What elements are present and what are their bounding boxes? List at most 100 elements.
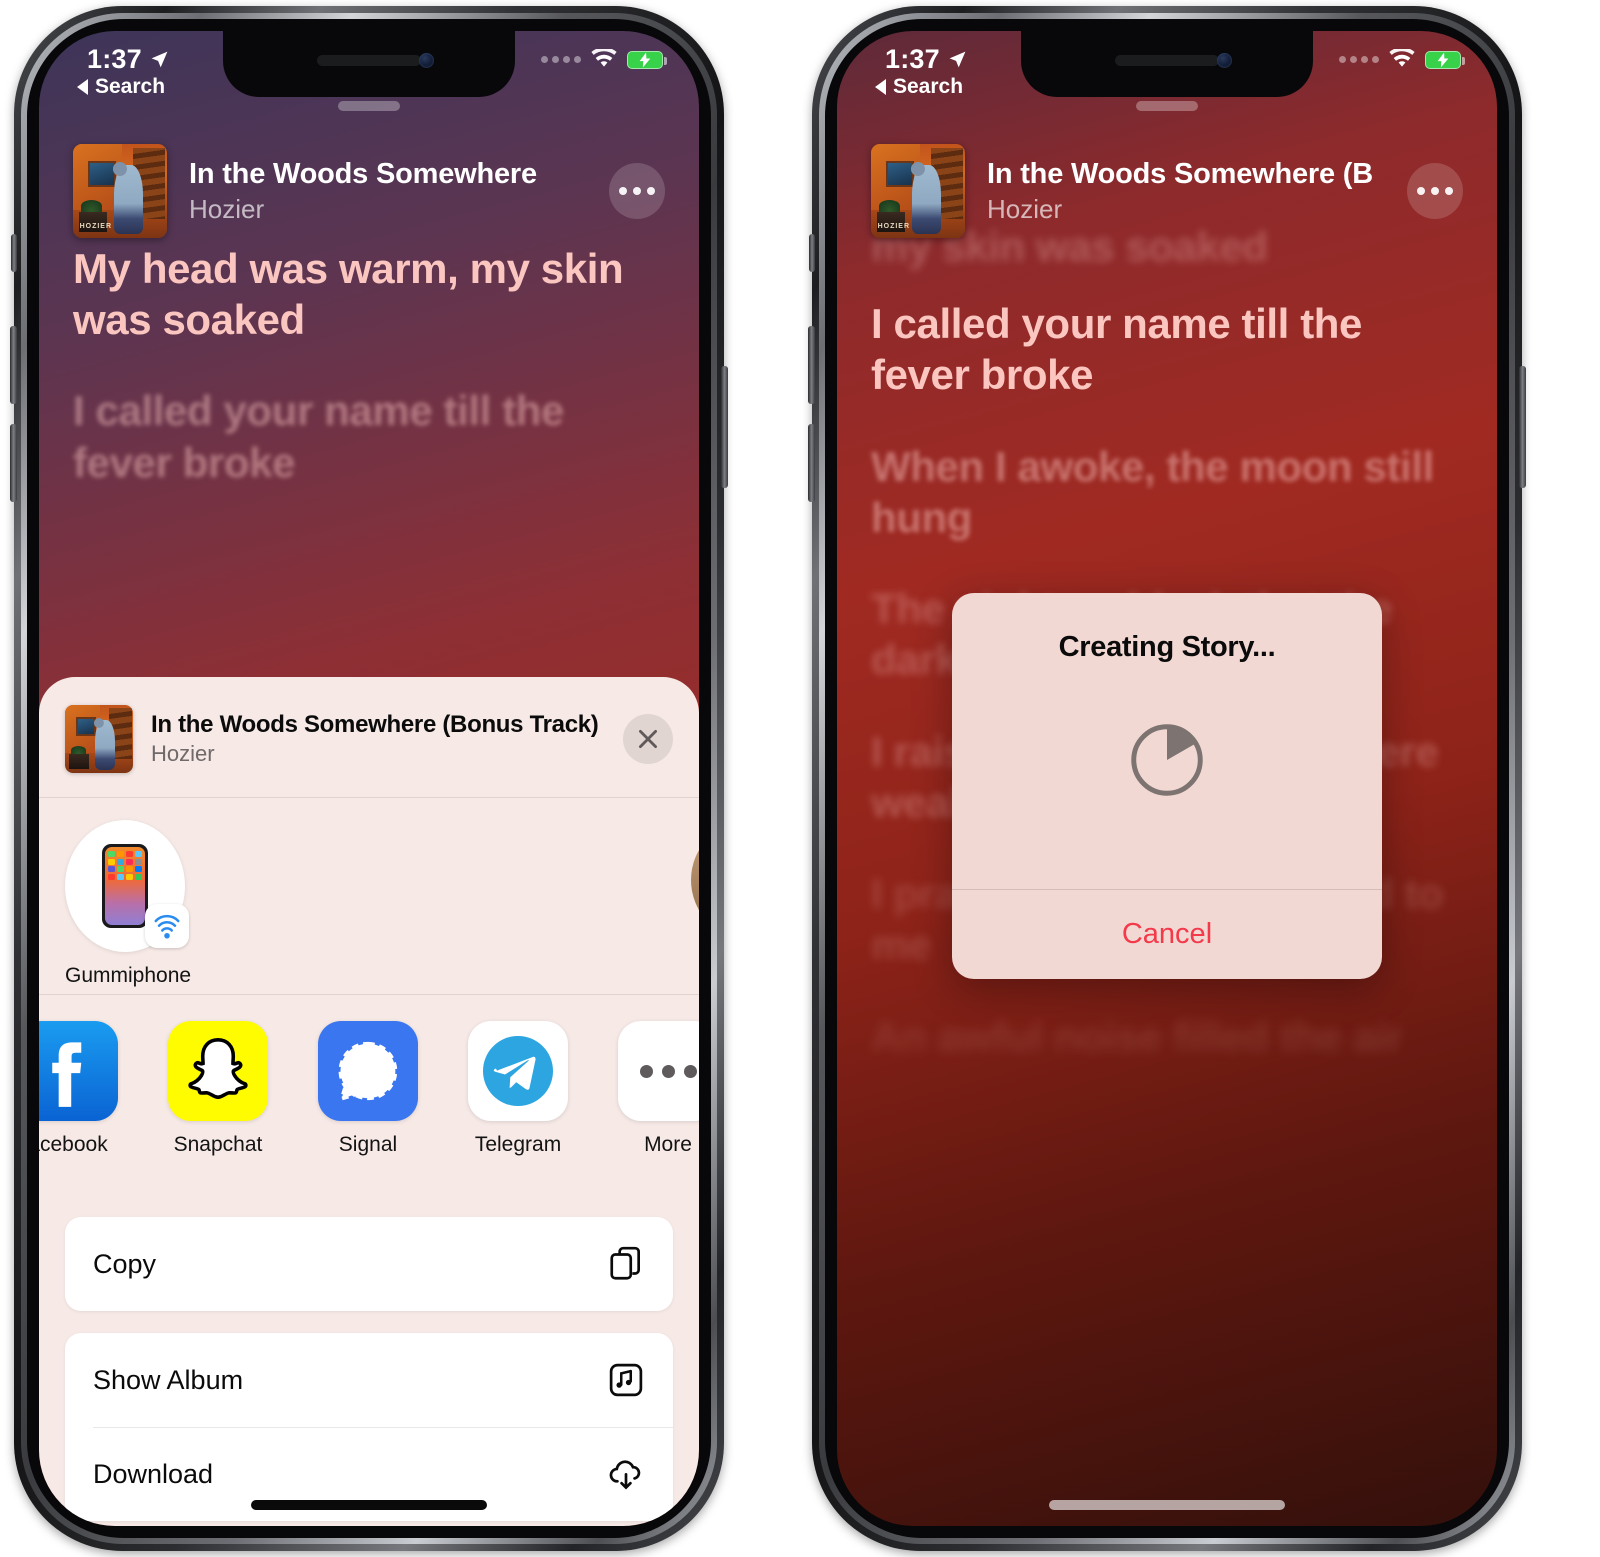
chevron-left-icon	[875, 79, 886, 95]
signal-glyph	[338, 1041, 398, 1102]
copy-icon	[610, 1246, 641, 1280]
action-row-show-album[interactable]: Show Album	[65, 1333, 673, 1427]
pie-progress-icon	[1131, 724, 1203, 796]
screenshot-stage: 1:37 Search HOZIER In the Woods Somewher…	[0, 0, 1600, 1557]
share-sheet-artist: Hozier	[151, 741, 215, 766]
share-sheet-header: In the Woods Somewhere (Bonus Track) Hoz…	[39, 677, 699, 797]
volume-down-button[interactable]	[808, 424, 815, 502]
now-playing-title: In the Woods Somewhere (B	[987, 157, 1374, 190]
ellipsis-icon[interactable]	[1407, 163, 1463, 219]
dialog-title: Creating Story...	[1058, 631, 1276, 663]
music-note-square-icon	[609, 1363, 643, 1397]
status-time: 1:37	[885, 44, 940, 74]
cloud-download-icon	[609, 1460, 641, 1490]
now-playing-bar[interactable]: HOZIER In the Woods Somewhere Hozier	[39, 139, 699, 243]
home-indicator[interactable]	[251, 1500, 487, 1510]
power-button[interactable]	[1519, 366, 1526, 488]
facebook-glyph	[52, 1042, 82, 1107]
battery-charging-icon	[1425, 50, 1465, 69]
chevron-left-icon	[77, 79, 88, 95]
phone-screen-right: 1:37 Search HOZIER In the Woods Somewher…	[837, 31, 1497, 1526]
airdrop-icon	[145, 904, 189, 948]
action-group-library: Show Album Download	[65, 1333, 673, 1521]
share-app-telegram[interactable]: Telegram	[443, 1021, 593, 1157]
phone-left: 1:37 Search HOZIER In the Woods Somewher…	[10, 6, 728, 1551]
now-playing-artist: Hozier	[987, 193, 1063, 224]
lyric-line[interactable]: When I awoke, the moon still hung	[871, 441, 1463, 543]
bolt-icon	[1437, 52, 1449, 67]
home-indicator[interactable]	[1049, 1500, 1285, 1510]
telegram-icon	[468, 1021, 568, 1121]
status-time: 1:37	[87, 44, 142, 74]
action-group-copy: Copy	[65, 1217, 673, 1311]
airdrop-row: Gummiphone J G	[39, 798, 699, 994]
share-sheet-title: In the Woods Somewhere (Bonus Track)	[151, 711, 599, 738]
close-icon[interactable]	[623, 714, 673, 764]
back-to-search-link[interactable]: Search	[875, 75, 963, 99]
back-link-label: Search	[893, 75, 964, 98]
now-playing-bar[interactable]: HOZIER In the Woods Somewhere (B Hozier	[837, 139, 1497, 243]
more-icon	[618, 1021, 699, 1121]
volume-up-button[interactable]	[808, 326, 815, 404]
lyric-line[interactable]: An awful noise filled the air	[871, 1011, 1463, 1062]
silent-switch[interactable]	[809, 234, 815, 272]
back-to-search-link[interactable]: Search	[77, 75, 165, 99]
signal-dots-icon	[1339, 56, 1379, 63]
power-button[interactable]	[721, 366, 728, 488]
avatar	[691, 820, 699, 940]
facebook-icon	[39, 1021, 118, 1121]
lyric-line[interactable]: I called your name till the fever broke	[871, 298, 1463, 400]
sheet-grabber[interactable]	[1136, 101, 1198, 111]
dialog-body: Creating Story...	[952, 593, 1382, 889]
action-row-copy[interactable]: Copy	[65, 1217, 673, 1311]
now-playing-text: In the Woods Somewhere Hozier	[189, 158, 609, 225]
bolt-icon	[639, 52, 651, 67]
share-app-more[interactable]: More	[593, 1021, 699, 1157]
airdrop-contact[interactable]: J G	[691, 820, 699, 994]
silent-switch[interactable]	[11, 234, 17, 272]
share-sheet: In the Woods Somewhere (Bonus Track) Hoz…	[39, 677, 699, 1526]
action-label: Download	[93, 1458, 214, 1489]
snapchat-glyph	[188, 1038, 248, 1099]
phone-screen-left: 1:37 Search HOZIER In the Woods Somewher…	[39, 31, 699, 1526]
share-app-label: acebook	[39, 1133, 108, 1156]
telegram-glyph	[483, 1036, 553, 1106]
ellipsis-icon[interactable]	[609, 163, 665, 219]
share-album-artwork	[65, 705, 133, 773]
action-label: Show Album	[93, 1364, 244, 1395]
now-playing-text: In the Woods Somewhere (B Hozier	[987, 158, 1407, 225]
share-sheet-text: In the Woods Somewhere (Bonus Track) Hoz…	[151, 711, 623, 767]
airdrop-glyph	[154, 914, 180, 939]
share-app-label: More	[644, 1133, 692, 1156]
lyric-line[interactable]: I called your name till the fever broke	[73, 385, 665, 487]
airdrop-device-label: Gummiphone	[65, 964, 192, 987]
share-app-signal[interactable]: Signal	[293, 1021, 443, 1157]
signal-icon	[318, 1021, 418, 1121]
volume-up-button[interactable]	[10, 326, 17, 404]
status-time-group: 1:37	[885, 44, 967, 75]
share-apps-row: acebook Snapchat	[39, 995, 699, 1195]
airdrop-bubble	[65, 820, 189, 952]
share-app-label: Signal	[338, 1133, 398, 1156]
lyric-line[interactable]: My head was warm, my skin was soaked	[73, 243, 665, 345]
volume-down-button[interactable]	[10, 424, 17, 502]
action-label: Copy	[93, 1248, 157, 1279]
wifi-icon	[591, 49, 617, 67]
share-app-facebook[interactable]: acebook	[39, 1021, 143, 1157]
sheet-grabber[interactable]	[338, 101, 400, 111]
share-app-snapchat[interactable]: Snapchat	[143, 1021, 293, 1157]
close-glyph	[639, 730, 657, 748]
share-app-label: Telegram	[474, 1133, 562, 1156]
location-arrow-icon	[949, 51, 966, 68]
airdrop-contact-label: J G	[691, 950, 699, 994]
snapchat-icon	[168, 1021, 268, 1121]
iphone-icon	[102, 844, 148, 928]
signal-dots-icon	[541, 56, 581, 63]
airdrop-device-gummiphone[interactable]: Gummiphone	[65, 820, 192, 994]
status-time-group: 1:37	[87, 44, 169, 75]
share-actions: Copy Show Album Download	[39, 1195, 699, 1521]
wifi-icon	[1389, 49, 1415, 67]
now-playing-artist: Hozier	[189, 193, 265, 224]
album-artwork: HOZIER	[871, 144, 965, 238]
cancel-button[interactable]: Cancel	[952, 890, 1382, 979]
